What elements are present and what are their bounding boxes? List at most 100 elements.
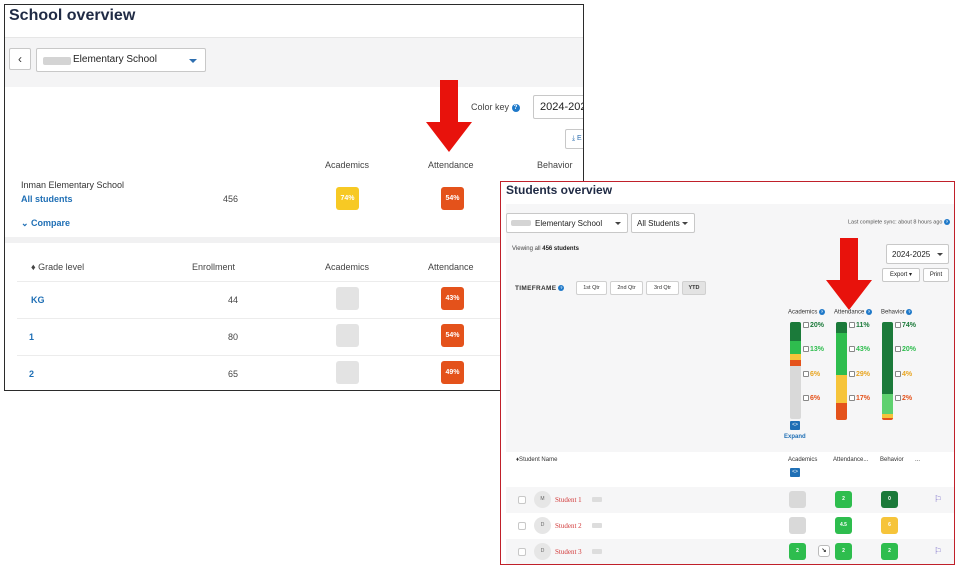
behavior-distribution-bar[interactable] [882, 322, 893, 420]
school-select[interactable]: Elementary School [36, 48, 206, 72]
header-student-attendance[interactable]: Attendance... [833, 457, 868, 463]
behavior-cell[interactable]: 2 [881, 543, 898, 560]
behavior-cell[interactable]: 0 [881, 491, 898, 508]
attendance-pct[interactable]: 29% [849, 371, 870, 378]
year-select[interactable]: 2024-2025 [886, 244, 949, 264]
checkbox[interactable] [895, 395, 901, 401]
pct-value: 11% [856, 322, 870, 329]
grade-academics-badge[interactable] [336, 361, 359, 384]
academics-pct[interactable]: 6% [803, 395, 820, 402]
academics-cell[interactable] [789, 491, 806, 508]
table-row[interactable]: D Student 3 2 ↘ 2 2 ⚐ [506, 539, 954, 564]
behavior-pct[interactable]: 74% [895, 322, 916, 329]
expand-link[interactable]: Expand [784, 434, 806, 440]
row-checkbox[interactable] [518, 522, 526, 530]
export-button[interactable]: Export ▾ [882, 268, 920, 282]
behavior-pct[interactable]: 2% [895, 395, 912, 402]
attendance-cell[interactable]: 4.5 [835, 517, 852, 534]
expand-icon[interactable]: <> [790, 421, 800, 430]
student-name[interactable]: Student 3 [555, 548, 582, 556]
back-button[interactable]: ‹ [9, 48, 31, 70]
checkbox[interactable] [849, 322, 855, 328]
attendance-pct[interactable]: 43% [849, 346, 870, 353]
header-student-behavior[interactable]: Behavior [880, 457, 904, 463]
student-name[interactable]: Student 1 [555, 496, 582, 504]
grade-attendance-badge[interactable]: 49% [441, 361, 464, 384]
attendance-cell[interactable]: 2 [835, 543, 852, 560]
grade-academics-badge[interactable] [336, 324, 359, 347]
checkbox[interactable] [849, 395, 855, 401]
student-name[interactable]: Student 2 [555, 522, 582, 530]
flag-icon[interactable]: ⚐ [934, 546, 942, 557]
grade-link[interactable]: 2 [29, 369, 34, 379]
tab-ytd[interactable]: YTD [682, 281, 706, 295]
checkbox[interactable] [895, 322, 901, 328]
header-more[interactable]: ... [915, 457, 920, 463]
grade-academics-badge[interactable] [336, 287, 359, 310]
school-select-label: Elementary School [535, 219, 603, 228]
bar-segment [882, 418, 893, 420]
export-button[interactable]: ⤓ E [565, 129, 583, 149]
caret-down-icon [937, 253, 943, 256]
all-academics-badge[interactable]: 74% [336, 187, 359, 210]
help-icon[interactable]: ? [944, 219, 951, 225]
header-grade-level[interactable]: ♦ Grade level [31, 262, 84, 272]
year-select[interactable]: 2024-2025 [533, 95, 583, 119]
all-students-link[interactable]: All students [21, 194, 73, 204]
attendance-pct[interactable]: 17% [849, 395, 870, 402]
compare-toggle[interactable]: ⌄ Compare [21, 218, 70, 229]
row-checkbox[interactable] [518, 548, 526, 556]
behavior-cell[interactable]: 6 [881, 517, 898, 534]
color-key[interactable]: Color key ? [471, 102, 520, 112]
redacted-text [511, 220, 531, 226]
help-icon[interactable]: ? [819, 309, 826, 315]
print-button[interactable]: Print [923, 268, 949, 282]
checkbox[interactable] [803, 346, 809, 352]
tab-2nd-qtr[interactable]: 2nd Qtr [610, 281, 643, 295]
grade-link[interactable]: KG [31, 295, 45, 305]
help-icon[interactable]: ? [906, 309, 913, 315]
flag-icon[interactable]: ⚐ [934, 494, 942, 505]
table-row[interactable]: M Student 1 2 0 ⚐ [506, 487, 954, 513]
avatar: D [534, 543, 551, 560]
school-select[interactable]: Elementary School [506, 213, 628, 233]
checkbox[interactable] [895, 371, 901, 377]
help-icon[interactable]: ? [558, 285, 565, 292]
attendance-pct[interactable]: 11% [849, 322, 870, 329]
academics-pct[interactable]: 20% [803, 322, 824, 329]
checkbox[interactable] [849, 371, 855, 377]
row-divider [17, 318, 577, 319]
all-attendance-badge[interactable]: 54% [441, 187, 464, 210]
trend-icon[interactable]: ↘ [818, 545, 830, 557]
academics-pct[interactable]: 6% [803, 371, 820, 378]
checkbox[interactable] [895, 346, 901, 352]
academics-cell[interactable]: 2 [789, 543, 806, 560]
checkbox[interactable] [803, 322, 809, 328]
grade-link[interactable]: 1 [29, 332, 34, 342]
checkbox[interactable] [849, 346, 855, 352]
academics-expand-icon[interactable]: <> [790, 468, 800, 477]
academics-pct[interactable]: 13% [803, 346, 824, 353]
tab-1st-qtr[interactable]: 1st Qtr [576, 281, 607, 295]
behavior-pct[interactable]: 4% [895, 371, 912, 378]
pct-value: 17% [856, 395, 871, 402]
academics-distribution-bar[interactable] [790, 322, 801, 419]
pct-value: 20% [902, 346, 917, 353]
grade-attendance-badge[interactable]: 43% [441, 287, 464, 310]
academics-cell[interactable] [789, 517, 806, 534]
behavior-pct[interactable]: 20% [895, 346, 916, 353]
summary-header-academics: Academics ? [788, 309, 826, 316]
header-student-academics[interactable]: Academics [788, 457, 817, 463]
table-row[interactable]: D Student 2 4.5 6 [506, 513, 954, 539]
help-icon[interactable]: ? [511, 103, 520, 112]
avatar: D [534, 517, 551, 534]
students-select[interactable]: All Students [631, 213, 695, 233]
header-student-name[interactable]: ♦Student Name [516, 457, 557, 463]
tab-3rd-qtr[interactable]: 3rd Qtr [646, 281, 679, 295]
attendance-cell[interactable]: 2 [835, 491, 852, 508]
checkbox[interactable] [803, 395, 809, 401]
grade-attendance-badge[interactable]: 54% [441, 324, 464, 347]
attendance-distribution-bar[interactable] [836, 322, 847, 420]
row-checkbox[interactable] [518, 496, 526, 504]
checkbox[interactable] [803, 371, 809, 377]
